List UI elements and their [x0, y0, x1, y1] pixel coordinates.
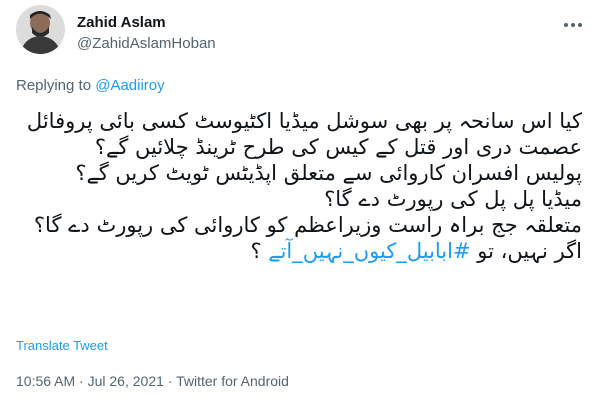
- tweet-meta: 10:56 AM · Jul 26, 2021 · Twitter for An…: [16, 373, 289, 389]
- replying-to-label: Replying to: [16, 77, 92, 94]
- avatar-photo: [16, 5, 65, 54]
- meta-separator: ·: [79, 373, 88, 389]
- tweet-last-line-prefix: اگر نہیں، تو: [477, 239, 582, 263]
- tweet-last-line: اگر نہیں، تو #ابابیل_کیوں_نہیں_آتے ؟: [16, 238, 582, 264]
- translate-tweet-link[interactable]: Translate Tweet: [16, 338, 108, 353]
- tweet-line: پولیس افسران کاروائی سے متعلق اپڈیٹس ٹوی…: [75, 161, 582, 185]
- tweet-text: کیا اس سانحہ پر بھی سوشل میڈیا اکٹیوسٹ ک…: [16, 108, 582, 264]
- replying-to: Replying to @Aadiiroy: [16, 77, 165, 94]
- tweet-last-line-suffix: ؟: [250, 239, 269, 263]
- avatar[interactable]: [16, 5, 65, 54]
- tweet-line: کیا اس سانحہ پر بھی سوشل میڈیا اکٹیوسٹ ک…: [26, 109, 582, 159]
- tweet-time[interactable]: 10:56 AM: [16, 373, 75, 389]
- more-options-button[interactable]: [562, 14, 584, 36]
- tweet-line: میڈیا پل پل کی رپورٹ دے گا؟: [324, 187, 582, 211]
- tweet-line: متعلقہ جج براہ راست وزیراعظم کو کاروائی …: [33, 213, 582, 237]
- tweet-source[interactable]: Twitter for Android: [176, 373, 289, 389]
- hashtag-link[interactable]: #ابابیل_کیوں_نہیں_آتے: [268, 239, 470, 263]
- author-name[interactable]: Zahid Aslam: [77, 14, 166, 31]
- meta-separator: ·: [167, 373, 177, 389]
- tweet-date[interactable]: Jul 26, 2021: [88, 373, 164, 389]
- replying-to-handle-link[interactable]: @Aadiiroy: [95, 77, 164, 94]
- more-options-icon: [564, 23, 582, 27]
- author-handle[interactable]: @ZahidAslamHoban: [77, 35, 216, 52]
